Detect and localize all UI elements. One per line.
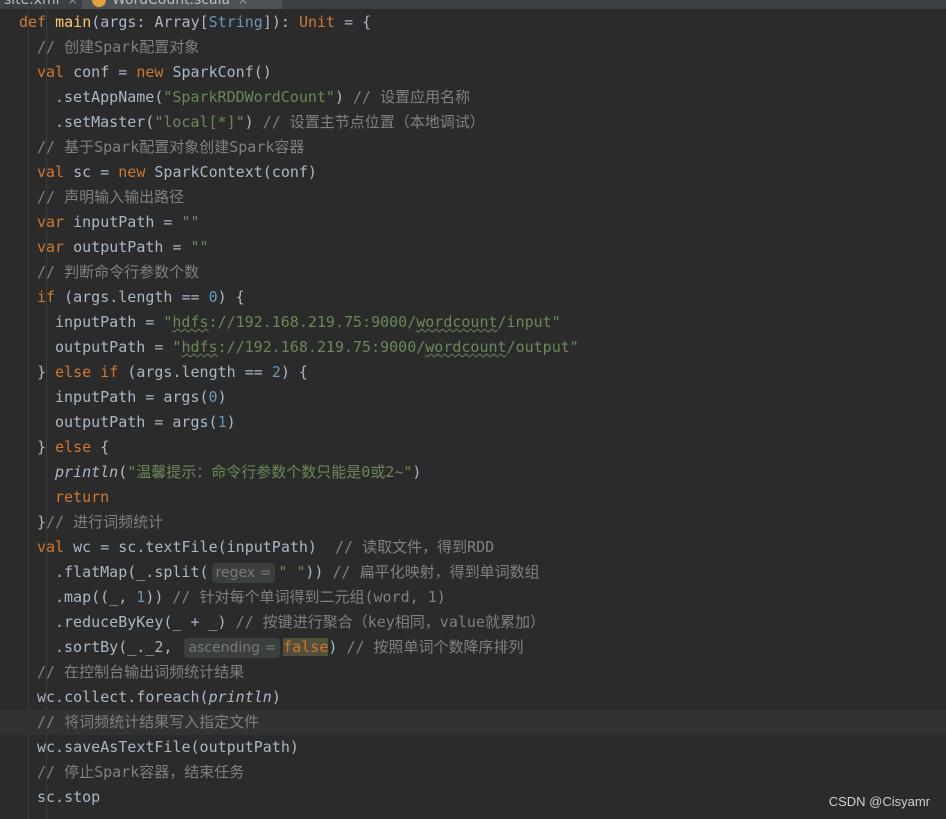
code-line-7[interactable]: val sc = new SparkContext(conf) (0, 160, 946, 185)
tab-label: site.xml (4, 0, 60, 8)
tab-label: WordCount.scala (112, 0, 231, 8)
tab-wordcount-scala[interactable]: WordCount.scala × (82, 0, 282, 9)
code-line-9[interactable]: var inputPath = "" (0, 210, 946, 235)
code-editor[interactable]: def main(args: Array[String]): Unit = { … (0, 9, 946, 819)
code-line-27[interactable]: // 在控制台输出词频统计结果 (0, 660, 946, 685)
code-line-29-current[interactable]: // 将词频统计结果写入指定文件 (0, 710, 946, 735)
editor-tab-bar: site.xml × WordCount.scala × (0, 0, 946, 9)
code-line-21[interactable]: }// 进行词频统计 (0, 510, 946, 535)
close-icon[interactable]: × (68, 0, 78, 7)
code-line-24[interactable]: .map((_, 1)) // 针对每个单词得到二元组(word, 1) (0, 585, 946, 610)
code-line-31[interactable]: // 停止Spark容器，结束任务 (0, 760, 946, 785)
code-line-6[interactable]: // 基于Spark配置对象创建Spark容器 (0, 135, 946, 160)
code-line-32[interactable]: sc.stop (0, 785, 946, 810)
code-line-13[interactable]: inputPath = "hdfs://192.168.219.75:9000/… (0, 310, 946, 335)
watermark: CSDN @Cisyamr (828, 794, 930, 809)
code-line-16[interactable]: inputPath = args(0) (0, 385, 946, 410)
code-line-11[interactable]: // 判断命令行参数个数 (0, 260, 946, 285)
code-line-15[interactable]: } else if (args.length == 2) { (0, 360, 946, 385)
scala-file-icon (92, 0, 106, 7)
close-icon[interactable]: × (238, 0, 248, 7)
code-line-26[interactable]: .sortBy(_._2, ascending = false) // 按照单词个… (0, 635, 946, 660)
code-line-17[interactable]: outputPath = args(1) (0, 410, 946, 435)
parameter-hint: ascending = (184, 638, 281, 658)
code-line-20[interactable]: return (0, 485, 946, 510)
code-line-12[interactable]: if (args.length == 0) { (0, 285, 946, 310)
code-line-18[interactable]: } else { (0, 435, 946, 460)
code-line-1[interactable]: def main(args: Array[String]): Unit = { (0, 10, 946, 35)
code-line-5[interactable]: .setMaster("local[*]") // 设置主节点位置（本地调试） (0, 110, 946, 135)
tab-site-xml[interactable]: site.xml × (0, 0, 80, 9)
code-line-10[interactable]: var outputPath = "" (0, 235, 946, 260)
code-line-25[interactable]: .reduceByKey(_ + _) // 按键进行聚合（key相同，valu… (0, 610, 946, 635)
code-line-28[interactable]: wc.collect.foreach(println) (0, 685, 946, 710)
code-line-4[interactable]: .setAppName("SparkRDDWordCount") // 设置应用… (0, 85, 946, 110)
code-line-14[interactable]: outputPath = "hdfs://192.168.219.75:9000… (0, 335, 946, 360)
code-line-3[interactable]: val conf = new SparkConf() (0, 60, 946, 85)
code-line-23[interactable]: .flatMap(_.split(regex = " ")) // 扁平化映射，得… (0, 560, 946, 585)
code-line-30[interactable]: wc.saveAsTextFile(outputPath) (0, 735, 946, 760)
parameter-hint: regex = (211, 563, 276, 583)
code-line-22[interactable]: val wc = sc.textFile(inputPath) // 读取文件，… (0, 535, 946, 560)
code-line-8[interactable]: // 声明输入输出路径 (0, 185, 946, 210)
code-line-19[interactable]: println("温馨提示：命令行参数个数只能是0或2~") (0, 460, 946, 485)
code-line-2[interactable]: // 创建Spark配置对象 (0, 35, 946, 60)
